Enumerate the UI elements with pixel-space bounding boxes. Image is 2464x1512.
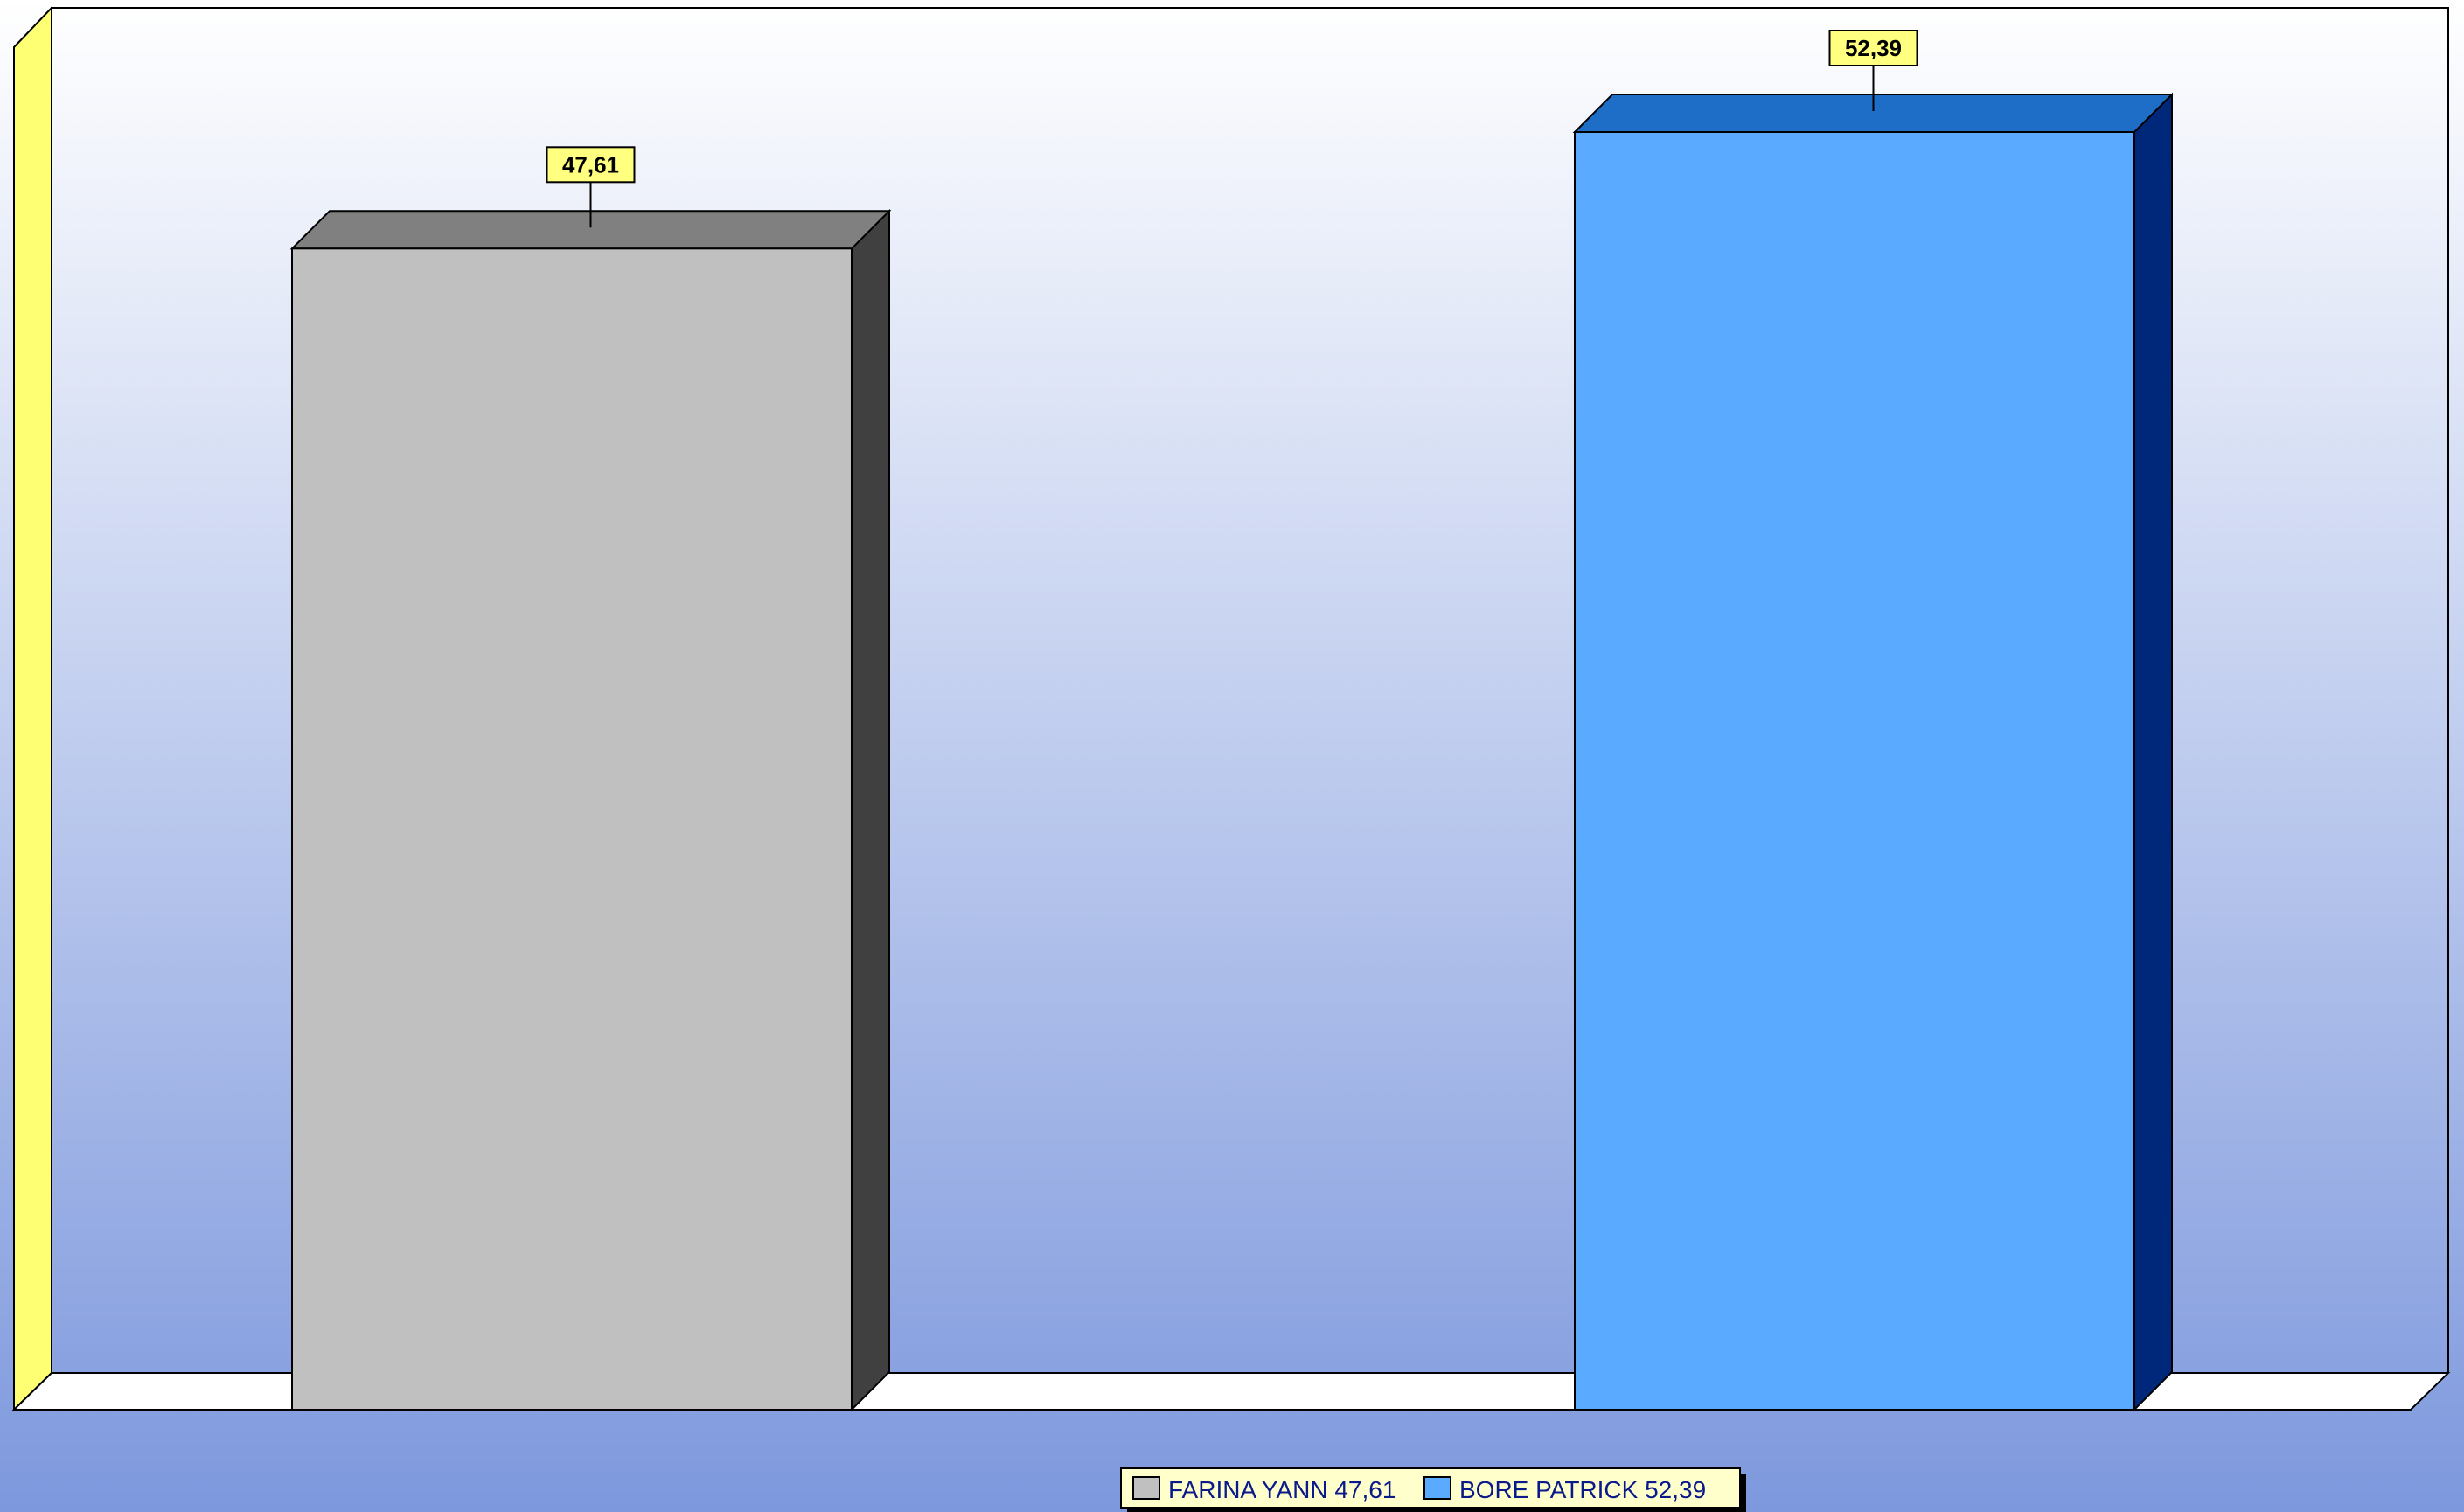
data-label-farina-yann: 47,61 — [562, 151, 619, 178]
data-label-bore-patrick: 52,39 — [1845, 35, 1902, 61]
bar-chart-3d: 47,61 52,39 FARINA YANN 47,61 BORE PATRIC… — [0, 0, 2464, 1512]
legend-swatch-farina-yann — [1132, 1476, 1160, 1500]
bar-side-farina-yann — [851, 208, 890, 1412]
bar-front-farina-yann — [291, 247, 853, 1411]
legend: FARINA YANN 47,61 BORE PATRICK 52,39 — [1120, 1467, 1746, 1512]
chart: 47,61 52,39 FARINA YANN 47,61 BORE PATRIC… — [0, 0, 2464, 1512]
bar-front-bore-patrick — [1574, 131, 2135, 1411]
bar-side-bore-patrick — [2133, 92, 2173, 1412]
legend-swatch-bore-patrick — [1423, 1476, 1451, 1500]
bar-bore-patrick: 52,39 — [1572, 30, 2175, 1412]
legend-entry-bore-patrick: BORE PATRICK 52,39 — [1459, 1476, 1706, 1503]
left-wall — [13, 5, 52, 1412]
legend-entry-farina-yann: FARINA YANN 47,61 — [1168, 1476, 1396, 1503]
bar-farina-yann: 47,61 — [289, 146, 892, 1412]
